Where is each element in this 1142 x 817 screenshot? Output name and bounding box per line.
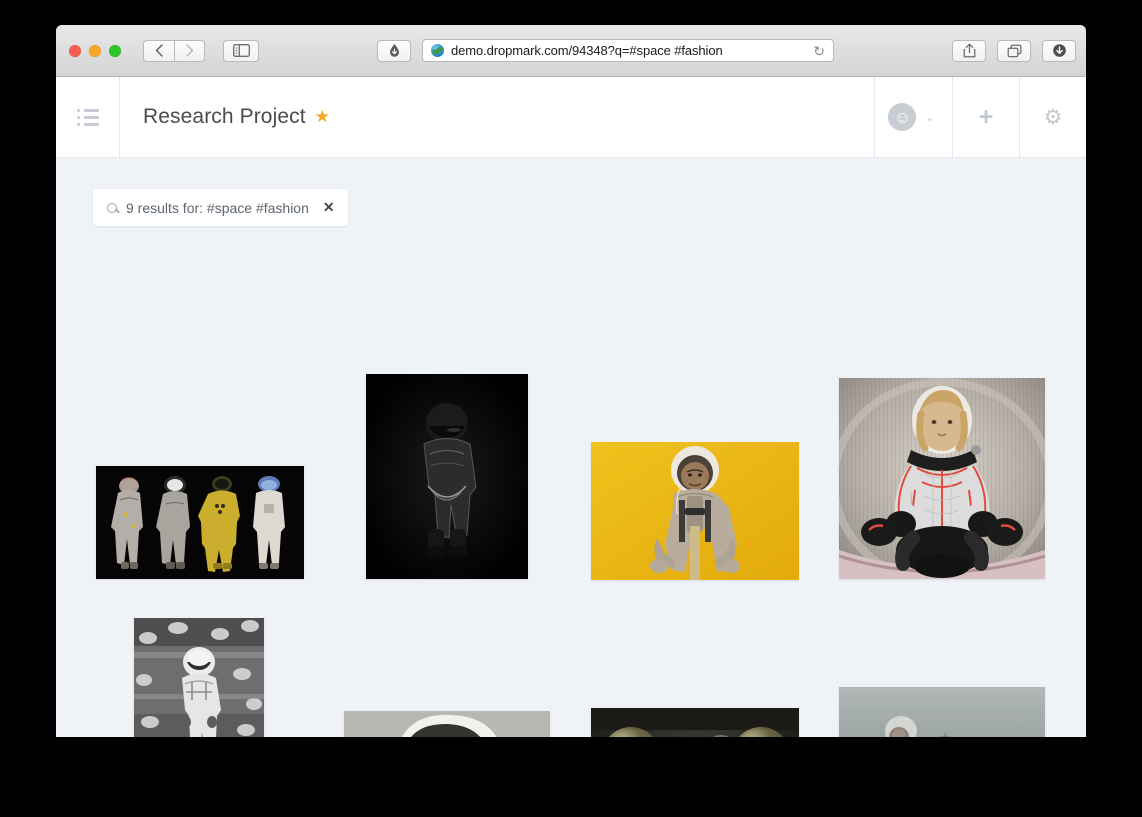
item-dark-astronaut-portrait[interactable] xyxy=(366,374,528,579)
list-view-button[interactable] xyxy=(56,77,120,157)
search-results-text: 9 results for: #space #fashion xyxy=(126,199,309,216)
item-vintage-bw-astronaut[interactable] xyxy=(134,618,264,737)
thumbnail-image xyxy=(366,374,528,579)
thumbnail-image xyxy=(839,687,1045,737)
collection-title-area[interactable]: Research Project ★ xyxy=(120,77,874,157)
search-results-pill[interactable]: 9 results for: #space #fashion ✕ xyxy=(93,189,348,226)
gear-icon: ⚙ xyxy=(1043,105,1063,129)
add-item-button[interactable]: + xyxy=(952,77,1019,157)
avatar: ☺ xyxy=(888,103,917,131)
item-yellow-background-astronaut[interactable] xyxy=(591,442,799,580)
address-bar-cluster: demo.dropmark.com/94348?q=#space #fashio… xyxy=(377,39,834,62)
back-button[interactable] xyxy=(143,39,174,62)
download-icon xyxy=(1052,44,1066,57)
reload-button[interactable]: ↻ xyxy=(813,44,825,58)
search-icon xyxy=(107,202,117,213)
share-button[interactable] xyxy=(952,39,986,62)
clear-search-button[interactable]: ✕ xyxy=(323,199,335,216)
close-window-button[interactable] xyxy=(69,44,81,57)
item-four-spacesuits-black[interactable] xyxy=(96,466,304,579)
settings-button[interactable]: ⚙ xyxy=(1019,77,1086,157)
window-controls xyxy=(69,44,121,57)
content-area: 9 results for: #space #fashion ✕ xyxy=(56,158,1086,737)
item-causeway-suit-figure[interactable] xyxy=(839,687,1045,737)
forward-button[interactable] xyxy=(174,39,205,62)
plus-icon: + xyxy=(978,102,994,131)
app-header: Research Project ★ ☺ ⌄ + ⚙ xyxy=(56,77,1086,158)
navigation-buttons xyxy=(143,39,205,62)
thumbnail-image xyxy=(344,711,550,737)
tabs-icon xyxy=(1007,44,1021,57)
minimize-window-button[interactable] xyxy=(89,44,101,57)
chevron-right-icon xyxy=(185,44,193,57)
download-button[interactable] xyxy=(1042,39,1076,62)
tabs-overview-button[interactable] xyxy=(997,39,1031,62)
chevron-left-icon xyxy=(155,44,163,57)
sidebar-toggle-button[interactable] xyxy=(223,39,259,62)
list-view-icon xyxy=(76,108,99,126)
sidebar-icon xyxy=(232,44,250,57)
zoom-window-button[interactable] xyxy=(109,44,121,57)
downloads-icon xyxy=(389,44,399,57)
thumbnail-image xyxy=(591,442,799,580)
toolbar-right-buttons xyxy=(952,39,1076,62)
url-text: demo.dropmark.com/94348?q=#space #fashio… xyxy=(451,43,723,58)
share-icon xyxy=(963,43,975,58)
page-title: Research Project xyxy=(143,105,306,128)
chevron-down-icon: ⌄ xyxy=(925,111,935,124)
website-favicon-icon xyxy=(431,44,444,57)
thumbnail-image xyxy=(839,378,1045,579)
browser-window: demo.dropmark.com/94348?q=#space #fashio… xyxy=(56,25,1086,737)
address-bar[interactable]: demo.dropmark.com/94348?q=#space #fashio… xyxy=(422,39,834,62)
browser-toolbar: demo.dropmark.com/94348?q=#space #fashio… xyxy=(56,25,1086,77)
thumbnail-image xyxy=(134,618,264,737)
favorite-star-icon[interactable]: ★ xyxy=(315,107,330,127)
item-woman-in-capsule-suit[interactable] xyxy=(839,378,1045,579)
user-menu-button[interactable]: ☺ ⌄ xyxy=(874,77,952,157)
thumbnail-image xyxy=(591,708,799,737)
downloads-button[interactable] xyxy=(377,39,411,62)
thumbnail-image xyxy=(96,466,304,579)
item-three-bubble-helmets[interactable] xyxy=(591,708,799,737)
item-bw-helmet-profile[interactable] xyxy=(344,711,550,737)
